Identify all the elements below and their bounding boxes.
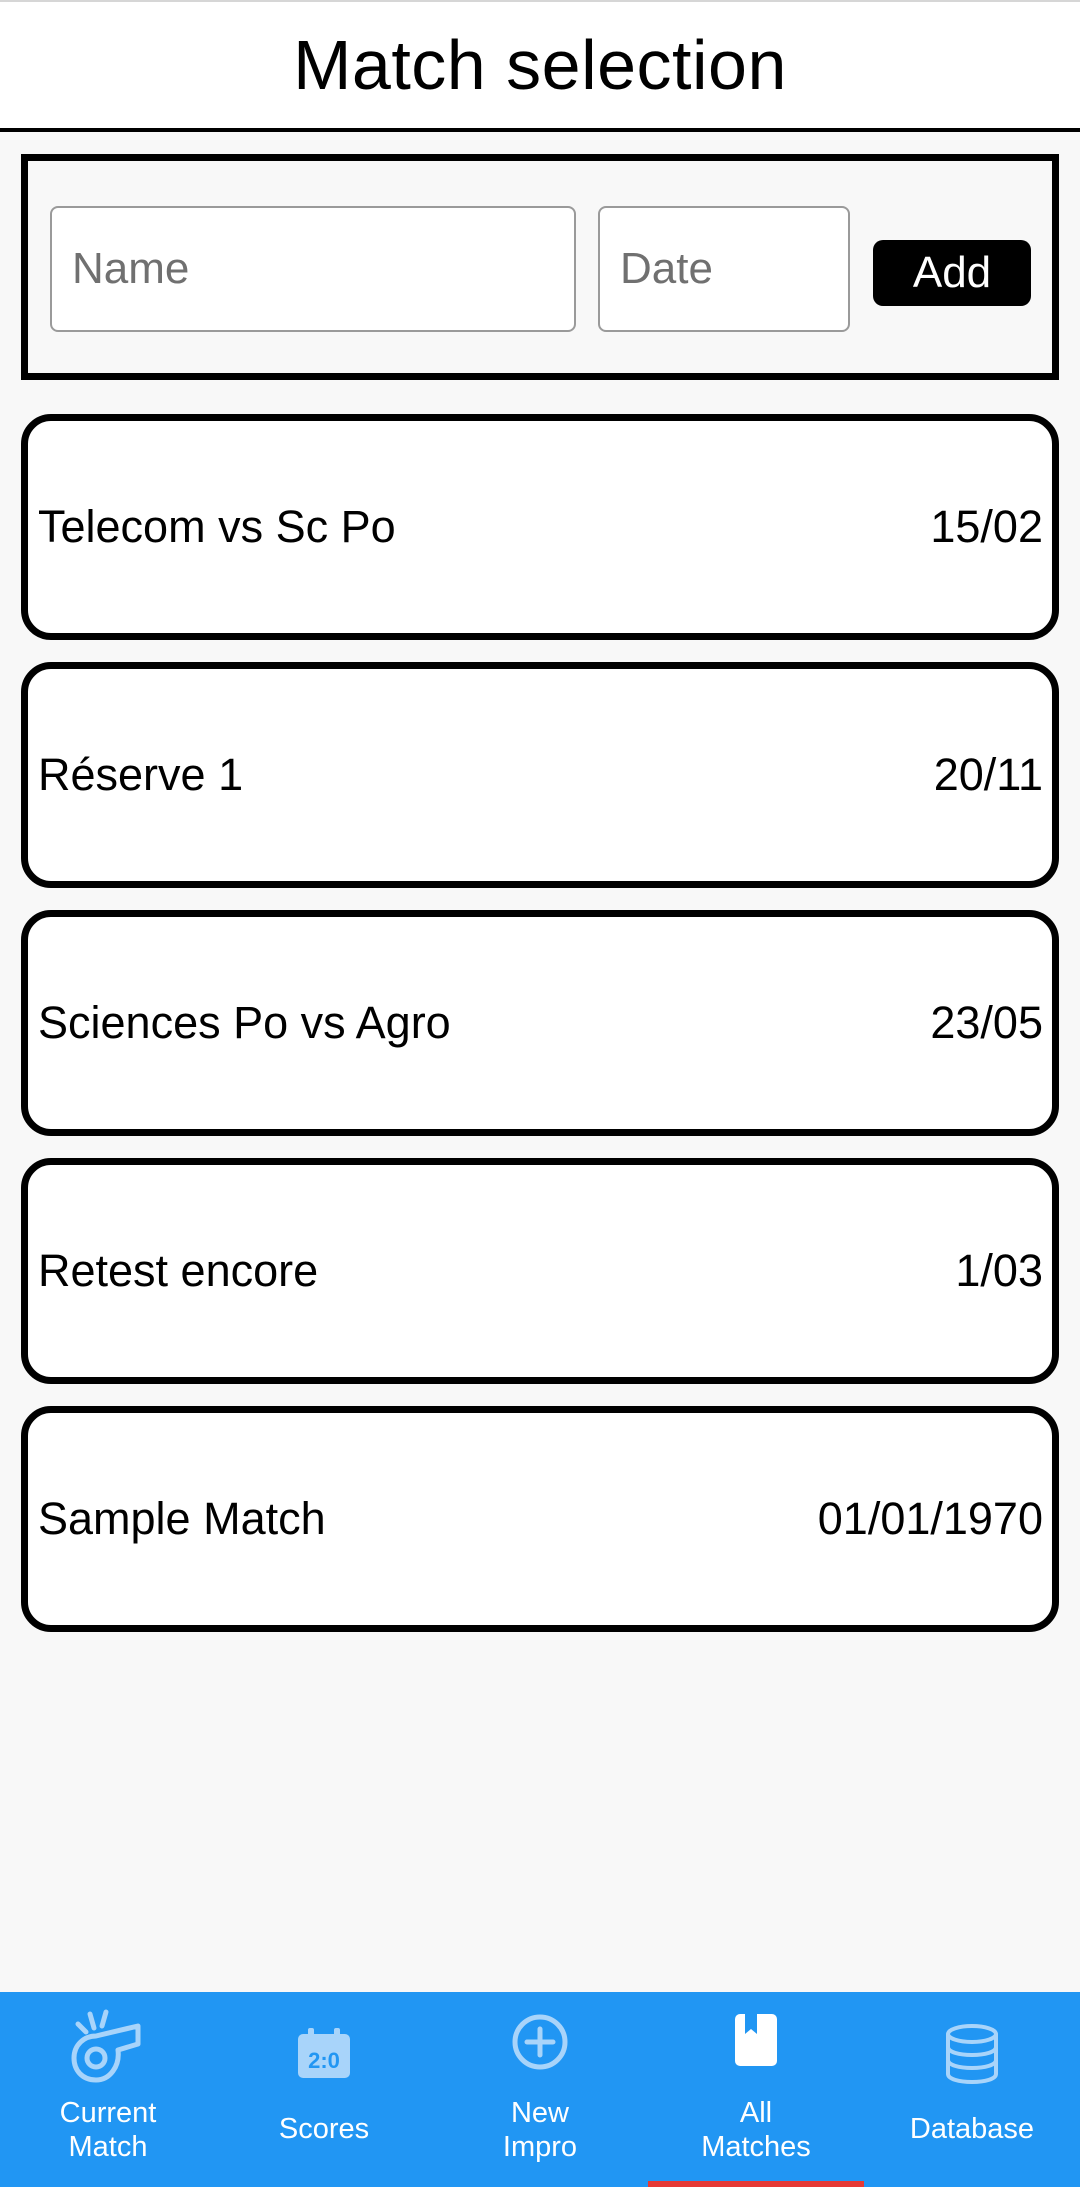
nav-item-scores[interactable]: 2:0 Scores bbox=[216, 1992, 432, 2187]
nav-label-line2: Match bbox=[68, 2131, 148, 2163]
add-button[interactable]: Add bbox=[873, 240, 1031, 306]
nav-label-line2: Matches bbox=[701, 2131, 811, 2163]
bottom-navigation: Current Match 2:0 Scores New Impro All M… bbox=[0, 1992, 1080, 2187]
name-input[interactable] bbox=[50, 206, 576, 332]
scoreboard-icon: 2:0 bbox=[298, 2028, 350, 2078]
match-card[interactable]: Retest encore 1/03 bbox=[21, 1158, 1059, 1384]
match-date: 01/01/1970 bbox=[817, 1493, 1043, 1544]
date-input[interactable] bbox=[598, 206, 850, 332]
match-name: Sample Match bbox=[38, 1493, 326, 1544]
nav-label: Scores bbox=[278, 2113, 370, 2145]
match-name: Telecom vs Sc Po bbox=[38, 501, 396, 552]
match-card[interactable]: Sample Match 01/01/1970 bbox=[21, 1406, 1059, 1632]
match-date: 15/02 bbox=[930, 501, 1043, 552]
match-name: Retest encore bbox=[38, 1245, 319, 1296]
nav-label: Database bbox=[909, 2113, 1035, 2145]
nav-label-line1: All bbox=[739, 2097, 773, 2129]
nav-item-new-impro[interactable]: New Impro bbox=[432, 1992, 648, 2187]
whistle-icon bbox=[71, 2009, 141, 2083]
nav-item-database[interactable]: Database bbox=[864, 1992, 1080, 2187]
add-match-form: Add bbox=[21, 154, 1059, 380]
active-tab-indicator bbox=[648, 2181, 864, 2187]
match-card[interactable]: Réserve 1 20/11 bbox=[21, 662, 1059, 888]
svg-text:2:0: 2:0 bbox=[308, 2048, 340, 2073]
nav-item-current-match[interactable]: Current Match bbox=[0, 1992, 216, 2187]
match-card[interactable]: Telecom vs Sc Po 15/02 bbox=[21, 414, 1059, 640]
nav-label-line2: Impro bbox=[502, 2131, 578, 2163]
match-date: 1/03 bbox=[955, 1245, 1043, 1296]
bookmark-book-icon bbox=[735, 2014, 777, 2066]
nav-item-all-matches[interactable]: All Matches bbox=[648, 1992, 864, 2187]
match-date: 20/11 bbox=[933, 749, 1043, 800]
match-name: Sciences Po vs Agro bbox=[38, 997, 451, 1048]
page-title: Match selection bbox=[293, 26, 787, 104]
match-date: 23/05 bbox=[930, 997, 1043, 1048]
nav-label-line1: Current bbox=[59, 2097, 157, 2129]
match-card[interactable]: Sciences Po vs Agro 23/05 bbox=[21, 910, 1059, 1136]
match-name: Réserve 1 bbox=[38, 749, 244, 800]
app-header: Match selection bbox=[0, 2, 1080, 132]
add-circle-icon bbox=[512, 2014, 568, 2070]
database-icon bbox=[946, 2024, 998, 2085]
nav-label-line1: New bbox=[510, 2097, 569, 2129]
match-list: Telecom vs Sc Po 15/02 Réserve 1 20/11 S… bbox=[21, 414, 1059, 1654]
